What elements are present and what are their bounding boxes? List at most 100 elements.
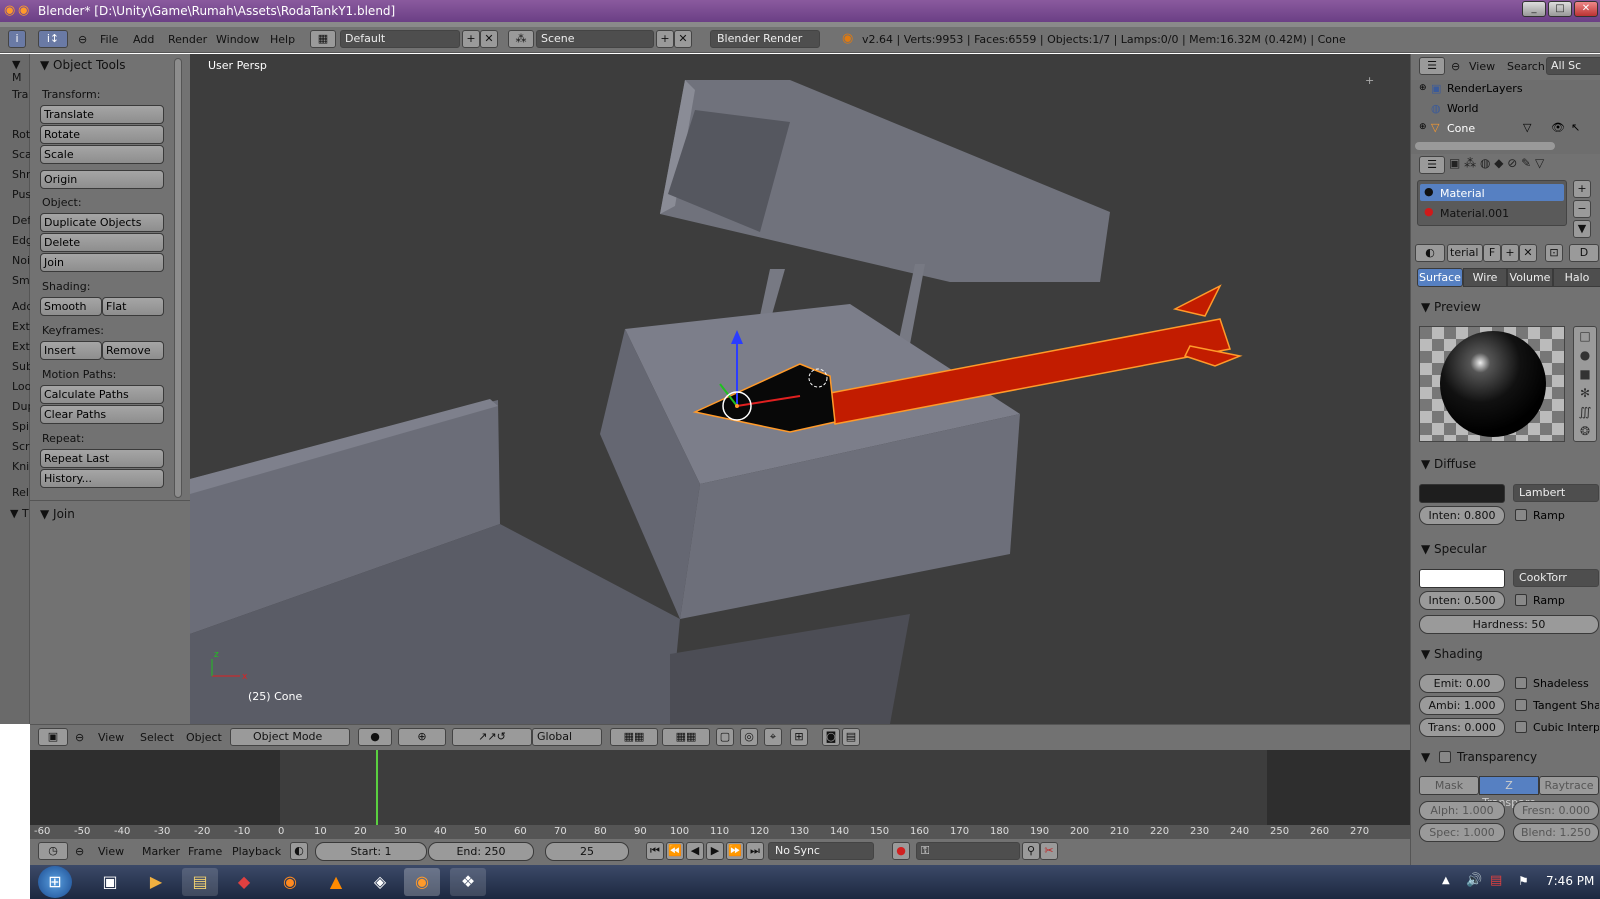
show-desktop-icon[interactable]: ▣ [92,868,128,896]
display-mode-select[interactable]: All Sc [1546,57,1600,75]
add-slot-icon[interactable]: + [1573,180,1591,198]
insert-keyframe-icon[interactable]: ⚲ [1022,842,1040,860]
maximize-button[interactable]: □ [1548,1,1572,17]
tab-item[interactable]: Rel [12,486,29,499]
current-frame-line[interactable] [376,750,378,825]
tool-shelf-scrollbar[interactable] [174,58,182,498]
tab-item[interactable]: Kni [12,460,29,473]
preview-range-icon[interactable]: ◐ [290,842,308,860]
mode-select[interactable]: Object Mode [230,728,350,746]
firefox-icon[interactable]: ◉ [272,868,308,896]
shading-panel-header[interactable]: ▼ Shading [1421,647,1483,661]
collapse-icon[interactable]: ⊖ [75,845,84,858]
jump-start-icon[interactable]: ⏮ [646,842,664,860]
menu-frame[interactable]: Frame [188,845,222,858]
keying-set-field[interactable]: ⚿ [916,842,1020,860]
minimize-button[interactable]: _ [1522,1,1546,17]
menu-search[interactable]: Search [1507,60,1545,73]
app-icon[interactable]: ◆ [226,868,262,896]
end-frame-field[interactable]: End: 250 [428,842,534,861]
mesh-data-icon[interactable]: ▽ [1523,121,1531,134]
specular-alpha-field[interactable]: Spec: 1.000 [1419,823,1505,842]
specular-intensity-slider[interactable]: Inten: 0.500 [1419,591,1505,610]
insert-keyframe-button[interactable]: Insert [40,341,102,360]
app-taskbar-icon[interactable]: ❖ [450,868,486,896]
menu-window[interactable]: Window [216,33,259,46]
start-frame-field[interactable]: Start: 1 [315,842,427,861]
link-type-select[interactable]: D [1569,244,1599,262]
add-scene-icon[interactable]: + [656,30,674,48]
delete-layout-icon[interactable]: ✕ [480,30,498,48]
play-icon[interactable]: ▶ [706,842,724,860]
vlc-icon[interactable]: ▲ [318,868,354,896]
repeat-last-button[interactable]: Repeat Last [40,449,164,468]
current-frame-field[interactable]: 25 [545,842,629,861]
alpha-field[interactable]: Alph: 1.000 [1419,801,1505,820]
taskbar-clock[interactable]: 7:46 PM [1546,874,1594,888]
tab-item[interactable]: Tra [12,88,28,101]
fresnel-field[interactable]: Fresn: 0.000 [1513,801,1599,820]
material-browse-icon[interactable]: ◐ [1415,244,1445,262]
snap-icon[interactable]: ⌖ [764,728,782,746]
jump-end-icon[interactable]: ⏭ [746,842,764,860]
render-engine-select[interactable]: Blender Render [710,30,820,48]
collapse-icon[interactable]: ⊖ [75,731,84,744]
menu-file[interactable]: File [100,33,118,46]
scene-field[interactable]: Scene [536,30,654,48]
smooth-button[interactable]: Smooth [40,297,102,316]
media-player-icon[interactable]: ▶ [138,868,174,896]
preview-panel-header[interactable]: ▼ Preview [1421,300,1481,314]
volume-icon[interactable]: 🔊 [1466,873,1482,888]
editor-type-icon[interactable]: ▣ [38,728,68,746]
context-tabs[interactable]: ▣ ⁂ ◍ ◆ ⊘ ✎ ▽ [1449,156,1599,174]
tab-item[interactable]: Ext [12,340,30,353]
3d-viewport[interactable]: User Persp x z (25) Cone + [190,54,1410,724]
cubic-interp-checkbox[interactable] [1515,721,1527,733]
layout-icon[interactable]: ▦ [310,30,336,48]
collapse-icon[interactable]: ⊖ [78,33,87,46]
join-panel-header[interactable]: ▼ Join [40,507,75,521]
preview-type-buttons[interactable]: □ ● ■ ✻ ∭ ❂ [1573,326,1597,442]
expand-icon[interactable]: ⊕ [1419,83,1427,93]
duplicate-objects-button[interactable]: Duplicate Objects [40,213,164,232]
editor-type-icon[interactable]: i↕ [38,30,68,48]
diffuse-panel-header[interactable]: ▼ Diffuse [1421,457,1476,471]
prev-keyframe-icon[interactable]: ⏪ [666,842,684,860]
pivot-point-icon[interactable]: ⊕ [398,728,446,746]
remove-slot-icon[interactable]: − [1573,200,1591,218]
diffuse-ramp-checkbox[interactable] [1515,509,1527,521]
visibility-eye-icon[interactable]: 👁 [1551,121,1565,134]
start-button[interactable]: ⊞ [38,866,72,898]
diffuse-shader-select[interactable]: Lambert [1513,484,1599,502]
menu-marker[interactable]: Marker [142,845,180,858]
tab-halo[interactable]: Halo [1553,268,1600,287]
delete-keyframe-icon[interactable]: ✂ [1040,842,1058,860]
tab-item[interactable]: Def [12,214,31,227]
tab-surface[interactable]: Surface [1417,268,1463,287]
tab-volume[interactable]: Volume [1507,268,1553,287]
record-icon[interactable]: ● [892,842,910,860]
tab-collapse-icon[interactable]: ▼ T [10,507,29,520]
tab-item[interactable]: Sm [12,274,30,287]
select-arrow-icon[interactable]: ↖ [1571,121,1580,134]
editor-type-icon[interactable]: ☰ [1419,57,1445,75]
close-button[interactable]: ✕ [1574,1,1598,17]
explorer-icon[interactable]: ▤ [182,868,218,896]
layers-grid-icon[interactable]: ▦▦ [610,728,658,746]
unlink-material-icon[interactable]: ✕ [1519,244,1537,262]
menu-view[interactable]: View [98,731,124,744]
proportional-edit-icon[interactable]: ◎ [740,728,758,746]
history-button[interactable]: History... [40,469,164,488]
viewport-plus-icon[interactable]: + [1365,74,1374,87]
layers-grid-icon[interactable]: ▦▦ [662,728,710,746]
tab-item[interactable]: Loo [12,380,31,393]
collapse-icon[interactable]: ⊖ [1451,60,1460,73]
clear-paths-button[interactable]: Clear Paths [40,405,164,424]
next-keyframe-icon[interactable]: ⏩ [726,842,744,860]
editor-type-icon[interactable]: ☰ [1419,156,1445,174]
specular-panel-header[interactable]: ▼ Specular [1421,542,1487,556]
menu-view[interactable]: View [98,845,124,858]
slot-menu-icon[interactable]: ▼ [1573,220,1591,238]
transparency-checkbox[interactable] [1439,751,1451,763]
menu-add[interactable]: Add [133,33,154,46]
